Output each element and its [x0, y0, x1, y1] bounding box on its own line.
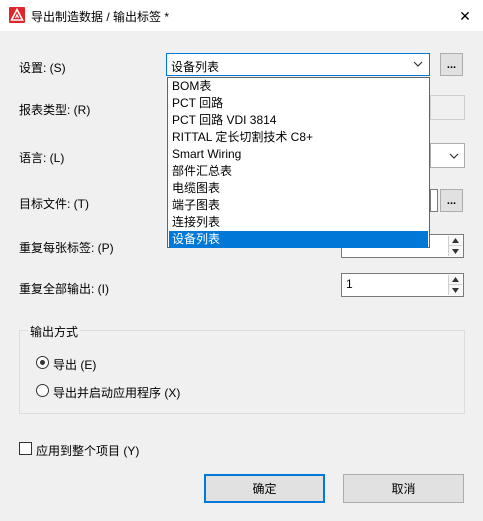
- chevron-down-icon: [449, 153, 459, 159]
- settings-browse-button[interactable]: ...: [440, 53, 463, 76]
- stepper-down-button[interactable]: [449, 285, 462, 295]
- ellipsis-icon: ...: [446, 194, 457, 207]
- caret-up-icon: [452, 277, 459, 282]
- cancel-button-label: 取消: [391, 482, 416, 496]
- language-combobox[interactable]: [430, 143, 465, 168]
- repeat-all-label: 重复全部输出: (I): [19, 282, 109, 296]
- language-label: 语言: (L): [19, 151, 65, 165]
- eplan-app-icon: [9, 7, 25, 23]
- title-bar: 导出制造数据 / 输出标签 * ✕: [0, 0, 483, 31]
- close-icon: ✕: [459, 7, 471, 24]
- export-launch-radio-label[interactable]: 导出并启动应用程序 (X): [53, 384, 180, 401]
- caret-down-icon: [452, 287, 459, 293]
- report-type-field: [430, 95, 465, 120]
- chevron-down-icon: [413, 61, 423, 67]
- apply-whole-project-label[interactable]: 应用到整个项目 (Y): [36, 442, 139, 459]
- settings-combobox[interactable]: 设备列表: [166, 53, 430, 76]
- ok-button-label: 确定: [252, 482, 277, 496]
- dropdown-option[interactable]: RITTAL 定长切割技术 C8+: [169, 129, 428, 146]
- repeat-all-value: 1: [346, 277, 353, 291]
- close-button[interactable]: ✕: [453, 6, 477, 26]
- stepper-down-button[interactable]: [449, 246, 462, 256]
- dropdown-option-selected[interactable]: 设备列表: [169, 231, 428, 248]
- stepper-up-button[interactable]: [449, 275, 462, 285]
- caret-up-icon: [452, 238, 459, 243]
- report-type-label: 报表类型: (R): [19, 103, 91, 117]
- stepper-up-button[interactable]: [449, 236, 462, 246]
- dropdown-option[interactable]: Smart Wiring: [169, 146, 428, 163]
- settings-dropdown-list: BOM表 PCT 回路 PCT 回路 VDI 3814 RITTAL 定长切割技…: [167, 77, 430, 248]
- dropdown-option[interactable]: 连接列表: [169, 214, 428, 231]
- caret-down-icon: [452, 248, 459, 254]
- target-file-label: 目标文件: (T): [19, 197, 89, 211]
- settings-combobox-value: 设备列表: [171, 60, 220, 74]
- output-mode-group-title: 输出方式: [28, 323, 81, 340]
- ellipsis-icon: ...: [446, 58, 457, 71]
- export-radio-label[interactable]: 导出 (E): [53, 356, 96, 373]
- window-title: 导出制造数据 / 输出标签 *: [31, 10, 170, 24]
- repeat-all-stepper[interactable]: 1: [341, 273, 464, 297]
- dropdown-option[interactable]: PCT 回路: [169, 95, 428, 112]
- export-launch-radio[interactable]: [36, 384, 49, 397]
- target-file-browse-button[interactable]: ...: [440, 189, 463, 212]
- settings-label: 设置: (S): [19, 61, 66, 75]
- dropdown-option[interactable]: 电缆图表: [169, 180, 428, 197]
- target-file-input[interactable]: [430, 189, 438, 212]
- export-radio[interactable]: [36, 356, 49, 369]
- dropdown-option[interactable]: BOM表: [169, 78, 428, 95]
- cancel-button[interactable]: 取消: [343, 474, 464, 503]
- ok-button[interactable]: 确定: [204, 474, 325, 503]
- apply-whole-project-checkbox[interactable]: [19, 442, 32, 455]
- dropdown-option[interactable]: PCT 回路 VDI 3814: [169, 112, 428, 129]
- dropdown-option[interactable]: 端子图表: [169, 197, 428, 214]
- repeat-each-label: 重复每张标签: (P): [19, 241, 114, 255]
- dropdown-option[interactable]: 部件汇总表: [169, 163, 428, 180]
